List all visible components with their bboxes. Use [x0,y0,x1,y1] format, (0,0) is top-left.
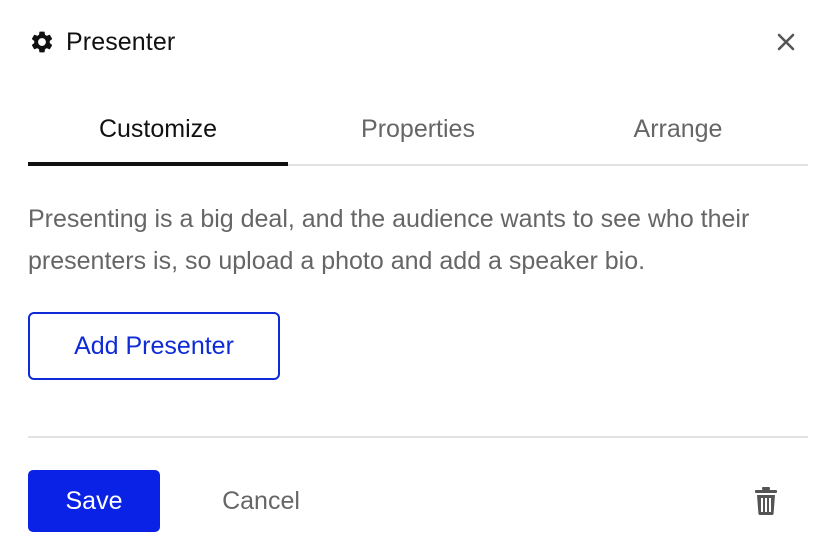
description-text: Presenting is a big deal, and the audien… [28,205,750,275]
tab-arrange[interactable]: Arrange [548,100,808,164]
panel-header: Presenter [28,24,806,60]
footer-divider [28,436,808,438]
trash-icon[interactable] [750,484,782,518]
add-presenter-button[interactable]: Add Presenter [28,312,280,380]
tab-customize[interactable]: Customize [28,100,288,166]
cancel-button[interactable]: Cancel [196,470,326,532]
tab-arrange-label: Arrange [633,114,723,143]
tab-properties[interactable]: Properties [288,100,548,164]
tab-bar: Customize Properties Arrange [28,100,808,166]
close-icon[interactable] [772,28,800,56]
tab-properties-label: Properties [361,114,475,143]
save-button[interactable]: Save [28,470,160,532]
gear-icon [28,28,56,56]
tab-customize-label: Customize [98,114,218,143]
panel-title: Presenter [66,27,176,56]
